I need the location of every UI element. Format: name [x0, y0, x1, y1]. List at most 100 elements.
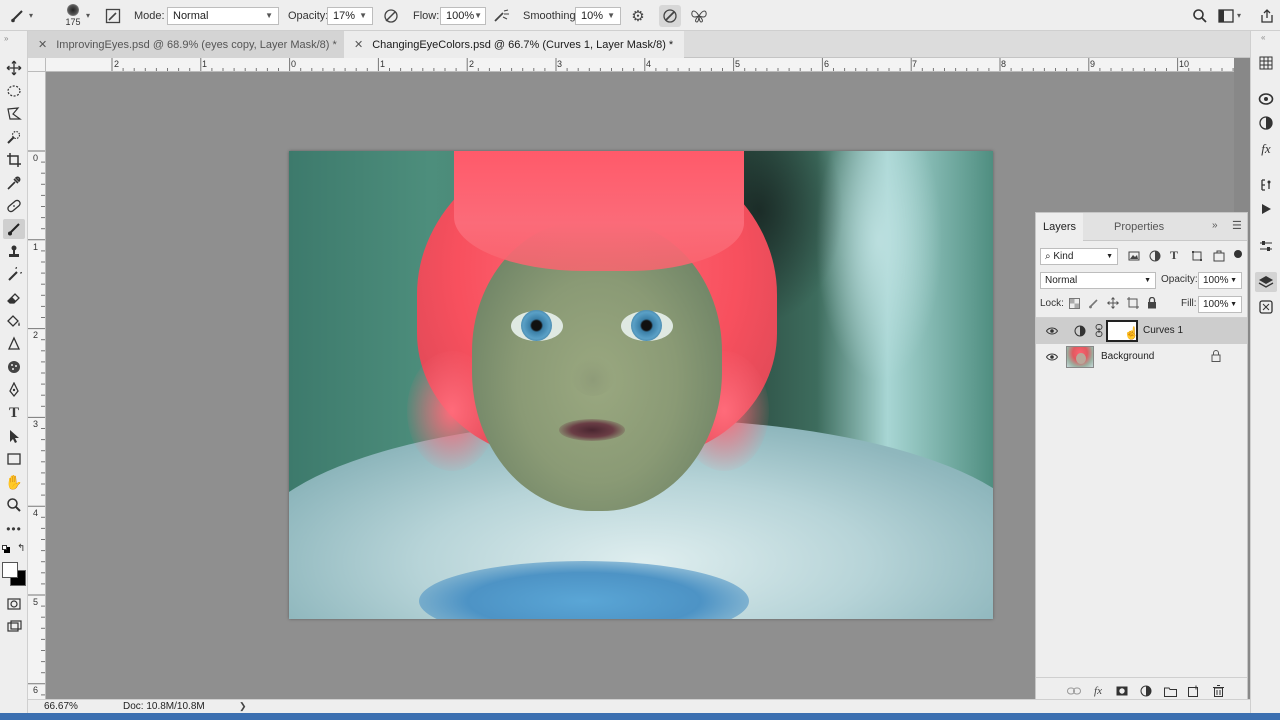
layer-opacity-field[interactable]: 100% ▼: [1198, 271, 1242, 289]
panel-menu-icon[interactable]: ☰: [1232, 219, 1242, 232]
pressure-opacity-icon[interactable]: [380, 0, 402, 31]
more-tools-icon[interactable]: •••: [3, 519, 25, 539]
crop-tool-icon[interactable]: [3, 150, 25, 170]
brush-preset-picker[interactable]: 175: [60, 0, 86, 31]
airbrush-icon[interactable]: [491, 0, 513, 31]
filter-adjustment-icon[interactable]: [1149, 250, 1161, 265]
layer-name[interactable]: Background: [1101, 351, 1154, 362]
pressure-size-icon[interactable]: [659, 0, 681, 31]
move-tool-icon[interactable]: [3, 58, 25, 78]
collapse-dock-icon[interactable]: «: [1261, 33, 1265, 42]
layer-row-background[interactable]: Background: [1036, 344, 1247, 370]
collapse-panel-icon[interactable]: »: [1212, 220, 1218, 231]
sponge-tool-icon[interactable]: [3, 357, 25, 377]
filter-pixel-icon[interactable]: [1128, 250, 1140, 265]
quick-mask-icon[interactable]: [3, 594, 25, 614]
brush-preset-chevron-icon[interactable]: ▾: [86, 0, 90, 31]
screen-mode-icon[interactable]: [3, 617, 25, 637]
fx-layer-style-icon[interactable]: fx: [1090, 683, 1106, 699]
layer-row-curves-1[interactable]: ☝ Curves 1: [1036, 318, 1247, 344]
default-colors-icon[interactable]: [2, 545, 10, 553]
styles-fx-icon[interactable]: fx: [1255, 139, 1277, 159]
new-adjustment-layer-icon[interactable]: [1138, 683, 1154, 699]
ruler-label: 4: [33, 508, 39, 518]
horizontal-ruler[interactable]: 2 1 0 1 2 3 4 5 6 7 8 9 10: [46, 58, 1234, 72]
layers-icon[interactable]: [1255, 272, 1277, 292]
chain-link-icon[interactable]: [1095, 324, 1103, 340]
flow-field[interactable]: 100% ▼: [440, 6, 486, 25]
mode-select[interactable]: Normal ▼: [167, 6, 279, 25]
zoom-level[interactable]: 66.67%: [44, 701, 78, 712]
brush-tool-icon[interactable]: ▾: [6, 0, 33, 31]
blur-tool-icon[interactable]: [3, 334, 25, 354]
gear-icon[interactable]: ⚙: [627, 0, 649, 31]
blend-mode-select[interactable]: Normal ▼: [1040, 271, 1156, 289]
lock-transparency-icon[interactable]: [1069, 298, 1080, 312]
add-mask-icon[interactable]: [1114, 683, 1130, 699]
smoothing-field[interactable]: 10% ▼: [575, 6, 621, 25]
opacity-field[interactable]: 17% ▼: [327, 6, 373, 25]
filter-type-icon[interactable]: T: [1170, 248, 1178, 263]
hand-tool-icon[interactable]: ✋: [3, 472, 25, 492]
status-menu-arrow-icon[interactable]: ❯: [239, 701, 247, 712]
marquee-tool-icon[interactable]: [3, 81, 25, 101]
brush-settings-panel-icon[interactable]: [102, 0, 124, 31]
lock-position-icon[interactable]: [1107, 297, 1119, 312]
tab-layers[interactable]: Layers: [1036, 213, 1084, 241]
new-layer-icon[interactable]: [1186, 683, 1202, 699]
link-layers-icon[interactable]: [1066, 683, 1082, 699]
share-icon[interactable]: [1256, 0, 1278, 31]
layer-fill-field[interactable]: 100% ▼: [1198, 295, 1242, 313]
kind-filter-select[interactable]: ⌕ Kind ▼: [1040, 247, 1118, 265]
properties-sliders-icon[interactable]: [1255, 236, 1277, 256]
channels-icon[interactable]: [1255, 175, 1277, 195]
pen-tool-icon[interactable]: [3, 380, 25, 400]
eye-visibility-icon[interactable]: [1045, 324, 1059, 338]
trash-delete-icon[interactable]: [1210, 683, 1226, 699]
eye-visibility-icon[interactable]: [1045, 350, 1059, 364]
play-actions-icon[interactable]: [1255, 199, 1277, 219]
lasso-tool-icon[interactable]: [3, 104, 25, 124]
layer-name[interactable]: Curves 1: [1143, 325, 1183, 336]
history-brush-tool-icon[interactable]: [3, 265, 25, 285]
close-icon[interactable]: ✕: [38, 38, 47, 51]
ruler-origin[interactable]: [28, 58, 46, 72]
quick-selection-tool-icon[interactable]: [3, 127, 25, 147]
eyedropper-tool-icon[interactable]: [3, 173, 25, 193]
grid-libraries-icon[interactable]: [1255, 53, 1277, 73]
vertical-ruler[interactable]: 0 1 2 3 4 5 6: [28, 72, 46, 699]
swap-colors-icon[interactable]: ↰: [17, 543, 25, 554]
rectangle-tool-icon[interactable]: [3, 449, 25, 469]
lock-artboard-icon[interactable]: [1127, 297, 1139, 312]
paint-bucket-tool-icon[interactable]: [3, 311, 25, 331]
lock-image-pixels-icon[interactable]: [1088, 297, 1100, 312]
search-icon[interactable]: [1189, 0, 1211, 31]
tab-changing-eye-colors[interactable]: ✕ ChangingEyeColors.psd @ 66.7% (Curves …: [344, 31, 684, 58]
close-icon[interactable]: ✕: [354, 38, 363, 51]
collapse-toolbox-icon[interactable]: »: [4, 34, 8, 43]
filter-toggle-icon[interactable]: [1234, 250, 1242, 258]
pink-bangs: [454, 151, 744, 271]
filter-shape-icon[interactable]: [1191, 250, 1203, 265]
foreground-color-swatch[interactable]: [2, 562, 18, 578]
chevron-down-icon: ▼: [359, 11, 367, 20]
ruler-label: 4: [646, 59, 652, 69]
zoom-tool-icon[interactable]: [3, 495, 25, 515]
filter-smart-object-icon[interactable]: [1213, 250, 1225, 265]
lock-all-icon[interactable]: [1147, 296, 1157, 312]
paths-icon[interactable]: [1255, 297, 1277, 317]
workspace-icon[interactable]: ▾: [1215, 0, 1241, 31]
clone-stamp-tool-icon[interactable]: [3, 242, 25, 262]
brush-tool-icon[interactable]: [3, 219, 25, 239]
path-selection-tool-icon[interactable]: [3, 426, 25, 446]
creative-cloud-icon[interactable]: [1255, 89, 1277, 109]
type-tool-icon[interactable]: T: [3, 403, 25, 423]
symmetry-butterfly-icon[interactable]: [688, 0, 710, 31]
tab-properties[interactable]: Properties: [1107, 213, 1171, 241]
healing-brush-tool-icon[interactable]: [3, 196, 25, 216]
eraser-tool-icon[interactable]: [3, 288, 25, 308]
new-group-folder-icon[interactable]: [1162, 683, 1178, 699]
tab-improving-eyes[interactable]: ✕ ImprovingEyes.psd @ 68.9% (eyes copy, …: [28, 31, 344, 58]
document-canvas-image[interactable]: [289, 151, 993, 619]
adjustments-icon[interactable]: [1255, 113, 1277, 133]
